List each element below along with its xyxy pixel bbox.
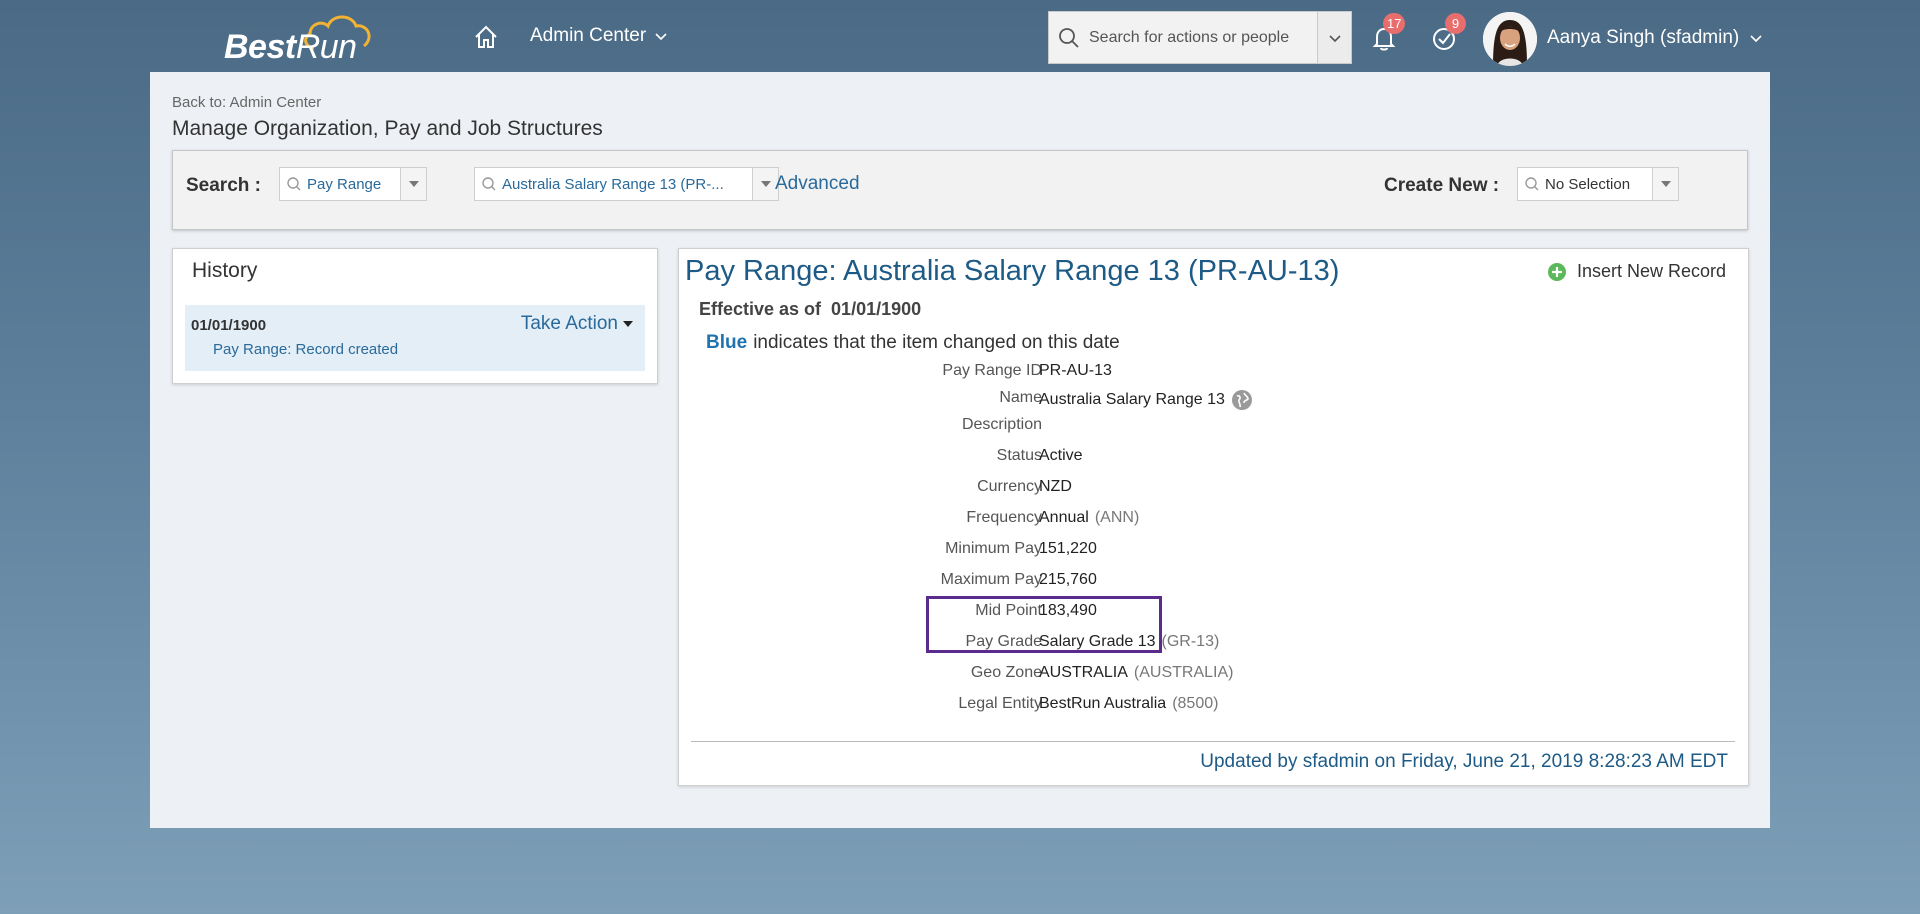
admin-center-menu[interactable]: Admin Center xyxy=(530,25,668,47)
search-type-combo[interactable]: Pay Range xyxy=(279,167,427,201)
create-new-combo[interactable]: No Selection xyxy=(1517,167,1679,201)
search-dropdown-button[interactable] xyxy=(1317,12,1351,63)
divider xyxy=(691,741,1735,742)
bestrun-logo[interactable]: BestRun xyxy=(222,8,392,66)
field-value: NZD xyxy=(1039,478,1072,495)
field-value: PR-AU-13 xyxy=(1039,362,1112,379)
page-title: Manage Organization, Pay and Job Structu… xyxy=(172,117,603,140)
search-icon xyxy=(482,177,496,191)
create-new-value: No Selection xyxy=(1545,175,1631,193)
field-value: 215,760 xyxy=(1039,571,1097,588)
global-search-input[interactable] xyxy=(1089,28,1309,47)
field-label: Name xyxy=(999,389,1042,406)
chevron-down-icon xyxy=(655,33,667,41)
field-mid-point: Mid Point 183,490 xyxy=(679,602,1750,624)
field-label: Pay Range ID xyxy=(942,362,1042,379)
notifications-badge: 17 xyxy=(1383,13,1406,34)
search-icon xyxy=(287,177,301,191)
search-icon xyxy=(1525,177,1539,191)
avatar[interactable] xyxy=(1483,12,1537,66)
global-search xyxy=(1048,11,1352,64)
search-label: Search : xyxy=(186,175,261,196)
search-icon xyxy=(1059,27,1079,48)
legend-blue-word: Blue xyxy=(706,332,748,353)
field-label: Legal Entity xyxy=(958,695,1042,712)
main-page: Back to: Admin Center Manage Organizatio… xyxy=(150,72,1770,828)
field-value: AUSTRALIA (AUSTRALIA) xyxy=(1039,664,1234,681)
effective-as-of: Effective as of 01/01/1900 xyxy=(699,299,921,320)
history-entry-date: 01/01/1900 xyxy=(191,317,267,334)
field-value: 151,220 xyxy=(1039,540,1097,557)
field-label: Currency xyxy=(977,478,1042,495)
advanced-search-link[interactable]: Advanced xyxy=(775,173,860,195)
record-panel: Pay Range: Australia Salary Range 13 (PR… xyxy=(678,248,1749,786)
search-record-combo[interactable]: Australia Salary Range 13 (PR-... xyxy=(474,167,779,201)
legend-text: indicates that the item changed on this … xyxy=(753,332,1120,353)
field-frequency: Frequency Annual (ANN) xyxy=(679,509,1750,531)
caret-down-icon xyxy=(760,181,771,187)
field-label: Frequency xyxy=(966,509,1042,526)
field-label: Geo Zone xyxy=(970,664,1042,681)
updated-by-text: Updated by sfadmin on Friday, June 21, 2… xyxy=(1200,751,1728,772)
change-legend: Blue indicates that the item changed on t… xyxy=(706,332,1120,354)
field-label: Status xyxy=(996,447,1042,464)
field-geo-zone: Geo Zone AUSTRALIA (AUSTRALIA) xyxy=(679,664,1750,686)
chevron-down-icon xyxy=(1328,34,1341,42)
chevron-down-icon xyxy=(1750,35,1762,43)
insert-new-record-label: Insert New Record xyxy=(1576,261,1726,281)
field-value: Active xyxy=(1039,447,1083,464)
home-icon[interactable] xyxy=(473,24,499,50)
field-legal-entity: Legal Entity BestRun Australia (8500) xyxy=(679,695,1750,717)
field-label: Description xyxy=(961,416,1042,433)
user-avatar-icon xyxy=(1483,12,1537,66)
search-panel: Search : Pay Range Australia Salary Rang… xyxy=(172,150,1748,230)
caret-down-icon xyxy=(623,321,633,327)
take-action-label: Take Action xyxy=(520,313,618,334)
history-entry-description[interactable]: Pay Range: Record created xyxy=(213,341,398,358)
search-type-value: Pay Range xyxy=(307,175,382,193)
field-maximum-pay: Maximum Pay 215,760 xyxy=(679,571,1750,593)
search-type-dropdown-arrow[interactable] xyxy=(400,168,426,200)
record-title: Pay Range: Australia Salary Range 13 (PR… xyxy=(685,255,1340,287)
field-value: BestRun Australia (8500) xyxy=(1039,695,1219,712)
field-minimum-pay: Minimum Pay 151,220 xyxy=(679,540,1750,562)
plus-circle-icon xyxy=(1547,262,1566,281)
globe-translation-icon[interactable] xyxy=(1231,389,1253,411)
admin-center-label: Admin Center xyxy=(530,25,647,46)
history-entry[interactable]: 01/01/1900 Take Action Pay Range: Record… xyxy=(185,305,645,371)
user-name: Aanya Singh (sfadmin) xyxy=(1547,27,1740,48)
history-title: History xyxy=(192,259,258,282)
shell-header: BestRun Admin Center 17 9 xyxy=(0,0,1920,74)
effective-label: Effective as of xyxy=(699,299,822,319)
insert-new-record-button[interactable]: Insert New Record xyxy=(1547,261,1726,282)
field-label: Minimum Pay xyxy=(945,540,1042,557)
field-name: Name Australia Salary Range 13 xyxy=(679,389,1750,411)
field-label: Maximum Pay xyxy=(940,571,1042,588)
field-currency: Currency NZD xyxy=(679,478,1750,500)
field-pay-range-id: Pay Range ID PR-AU-13 xyxy=(679,362,1750,384)
user-menu[interactable]: Aanya Singh (sfadmin) xyxy=(1547,27,1763,49)
logo-bold-text: Best xyxy=(224,28,296,66)
create-new-dropdown-arrow[interactable] xyxy=(1652,168,1678,200)
search-record-value: Australia Salary Range 13 (PR-... xyxy=(502,175,724,193)
field-value: Australia Salary Range 13 xyxy=(1039,389,1253,411)
create-new-label: Create New : xyxy=(1384,175,1500,196)
field-description: Description xyxy=(679,416,1750,438)
history-panel: History 01/01/1900 Take Action Pay Range… xyxy=(172,248,658,384)
tasks-badge: 9 xyxy=(1445,13,1466,34)
effective-date: 01/01/1900 xyxy=(831,299,922,319)
mid-point-highlight xyxy=(926,596,1162,653)
caret-down-icon xyxy=(408,181,419,187)
field-pay-grade: Pay Grade Salary Grade 13 (GR-13) xyxy=(679,633,1750,655)
take-action-menu[interactable]: Take Action xyxy=(521,313,633,335)
field-value: Annual (ANN) xyxy=(1039,509,1140,526)
field-status: Status Active xyxy=(679,447,1750,469)
logo-light-text: Run xyxy=(295,28,357,66)
caret-down-icon xyxy=(1660,181,1671,187)
back-to-admin-center-link[interactable]: Back to: Admin Center xyxy=(172,94,321,111)
